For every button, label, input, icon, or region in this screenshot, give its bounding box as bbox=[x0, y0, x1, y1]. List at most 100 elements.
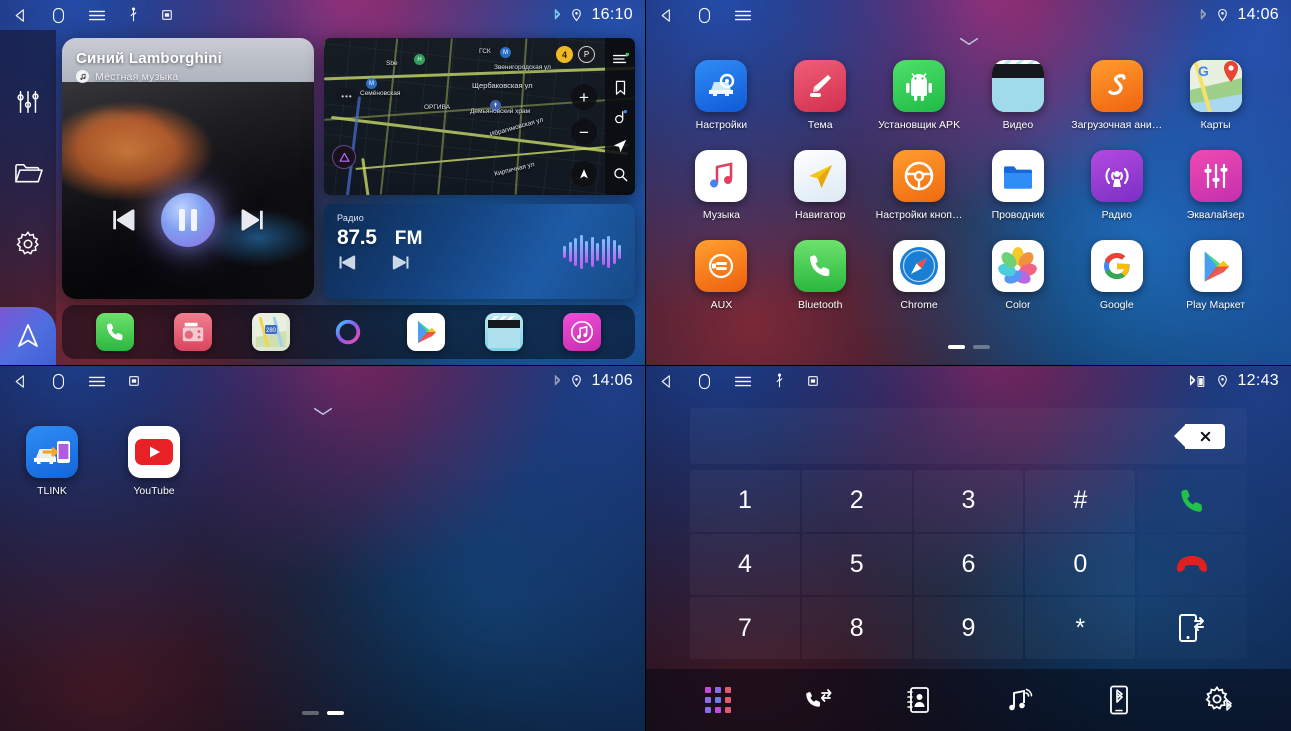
menu-icon[interactable] bbox=[734, 8, 752, 23]
menu-icon[interactable] bbox=[88, 374, 106, 389]
toolbar-bt-device-button[interactable] bbox=[1102, 685, 1136, 715]
home-icon[interactable] bbox=[697, 373, 712, 390]
next-track-button[interactable] bbox=[241, 208, 267, 232]
app-item-bluetooth[interactable]: Bluetooth bbox=[771, 236, 870, 326]
phone-number-input[interactable] bbox=[690, 408, 1247, 464]
dock-item-phone[interactable] bbox=[95, 313, 134, 351]
sidebar-item-settings[interactable] bbox=[14, 230, 42, 258]
hangup-button[interactable] bbox=[1137, 534, 1247, 596]
key-star[interactable]: * bbox=[1025, 597, 1136, 659]
pull-down-handle[interactable] bbox=[0, 400, 645, 422]
dock-item-music[interactable] bbox=[562, 313, 601, 351]
key-3[interactable]: 3 bbox=[913, 470, 1024, 532]
menu-icon[interactable] bbox=[610, 49, 630, 69]
map-zoom-out-button[interactable]: − bbox=[571, 119, 597, 145]
page-dot[interactable] bbox=[326, 711, 344, 715]
app-label: Музыка bbox=[702, 209, 740, 221]
navigation-launch-button[interactable] bbox=[0, 307, 56, 365]
pause-button[interactable] bbox=[161, 193, 215, 247]
key-9[interactable]: 9 bbox=[913, 597, 1024, 659]
back-icon[interactable] bbox=[12, 373, 29, 390]
search-icon[interactable] bbox=[610, 165, 630, 185]
toolbar-bt-settings-button[interactable] bbox=[1202, 685, 1236, 715]
transfer-call-button[interactable] bbox=[1137, 597, 1247, 659]
back-icon[interactable] bbox=[658, 7, 675, 24]
app-item-file-manager[interactable]: Проводник bbox=[969, 146, 1068, 236]
key-6[interactable]: 6 bbox=[913, 533, 1024, 596]
app-item-apk-installer[interactable]: Установщик APK bbox=[870, 56, 969, 146]
page-dot[interactable] bbox=[947, 345, 965, 349]
page-dot[interactable] bbox=[972, 345, 990, 349]
home-icon[interactable] bbox=[697, 7, 712, 24]
app-item-maps[interactable]: G Карты bbox=[1166, 56, 1265, 146]
app-item-color[interactable]: Color bbox=[969, 236, 1068, 326]
now-playing-card[interactable]: Синий Lamborghini Местная музыка bbox=[62, 38, 314, 299]
parking-badge[interactable]: P bbox=[578, 46, 595, 63]
home-icon[interactable] bbox=[51, 7, 66, 24]
svg-text:G: G bbox=[1198, 63, 1209, 79]
app-item-equalizer[interactable]: Эквалайзер bbox=[1166, 146, 1265, 236]
app-item-play-market[interactable]: Play Маркет bbox=[1166, 236, 1265, 326]
key-5[interactable]: 5 bbox=[801, 533, 912, 596]
sidebar-item-files[interactable] bbox=[14, 160, 43, 186]
key-8[interactable]: 8 bbox=[801, 597, 912, 659]
dock-item-maps[interactable]: 280 bbox=[251, 313, 290, 351]
dock-item-radio[interactable] bbox=[173, 313, 212, 351]
map-compass-button[interactable] bbox=[571, 161, 597, 187]
home-icon[interactable] bbox=[51, 373, 66, 390]
key-7[interactable]: 7 bbox=[690, 597, 800, 659]
app-item-youtube[interactable]: YouTube bbox=[128, 422, 180, 497]
app-item-settings[interactable]: Настройки bbox=[672, 56, 771, 146]
menu-icon[interactable] bbox=[734, 374, 752, 389]
key-hash[interactable]: # bbox=[1025, 470, 1136, 532]
page-dot[interactable] bbox=[301, 711, 319, 715]
map-widget[interactable]: H M M ✝ Звенигородская ул Щербаковская у… bbox=[324, 38, 635, 195]
key-0[interactable]: 0 bbox=[1025, 533, 1136, 596]
toolbar-call-log-button[interactable] bbox=[801, 685, 835, 715]
app-item-radio[interactable]: Радио bbox=[1067, 146, 1166, 236]
backspace-icon[interactable] bbox=[1174, 423, 1225, 449]
app-item-navigator[interactable]: Навигатор bbox=[771, 146, 870, 236]
radio-next-button[interactable] bbox=[392, 254, 411, 271]
toolbar-bt-music-button[interactable] bbox=[1002, 685, 1036, 715]
app-item-aux[interactable]: AUX bbox=[672, 236, 771, 326]
back-icon[interactable] bbox=[12, 7, 29, 24]
map-chat-bubble[interactable]: ••• bbox=[336, 88, 358, 104]
key-1[interactable]: 1 bbox=[690, 470, 800, 532]
app-item-music[interactable]: Музыка bbox=[672, 146, 771, 236]
app-item-boot-animation[interactable]: Загрузочная ани… bbox=[1067, 56, 1166, 146]
app-item-google[interactable]: Google bbox=[1067, 236, 1166, 326]
traffic-level-badge[interactable]: 4 bbox=[556, 46, 573, 63]
app-item-chrome[interactable]: Chrome bbox=[870, 236, 969, 326]
navigate-icon[interactable] bbox=[610, 136, 630, 156]
call-button[interactable] bbox=[1137, 470, 1247, 532]
app-label: Google bbox=[1099, 299, 1134, 311]
assistant-alice-icon[interactable] bbox=[332, 145, 356, 169]
previous-track-button[interactable] bbox=[109, 208, 135, 232]
back-icon[interactable] bbox=[658, 373, 675, 390]
app-item-theme[interactable]: Тема bbox=[771, 56, 870, 146]
toolbar-keypad-button[interactable] bbox=[701, 685, 735, 715]
call-green-icon bbox=[1176, 485, 1208, 517]
map-zoom-in-button[interactable]: + bbox=[571, 84, 597, 110]
location-icon bbox=[571, 374, 582, 388]
map-street-label: Семёновская bbox=[360, 90, 401, 97]
dock-item-play-store[interactable] bbox=[407, 313, 446, 351]
app-item-button-settings[interactable]: Настройки кноп… bbox=[870, 146, 969, 236]
key-4[interactable]: 4 bbox=[690, 533, 800, 596]
dock-item-assistant[interactable] bbox=[329, 313, 367, 351]
dock-item-video[interactable] bbox=[485, 313, 524, 351]
bookmark-icon[interactable] bbox=[610, 78, 630, 98]
radio-widget[interactable]: Радио 87.5 FM bbox=[324, 204, 635, 299]
disc-icon[interactable] bbox=[610, 107, 630, 127]
sidebar-item-equalizer[interactable] bbox=[14, 88, 42, 116]
key-2[interactable]: 2 bbox=[801, 470, 912, 532]
toolbar-contacts-button[interactable] bbox=[901, 685, 935, 715]
app-item-tlink[interactable]: TLINK bbox=[26, 422, 78, 497]
app-item-video[interactable]: Видео bbox=[969, 56, 1068, 146]
menu-icon[interactable] bbox=[88, 8, 106, 23]
chevron-down-icon bbox=[958, 36, 980, 47]
radio-label: Радио bbox=[337, 213, 364, 223]
radio-prev-button[interactable] bbox=[337, 254, 356, 271]
pull-down-handle[interactable] bbox=[646, 30, 1291, 52]
